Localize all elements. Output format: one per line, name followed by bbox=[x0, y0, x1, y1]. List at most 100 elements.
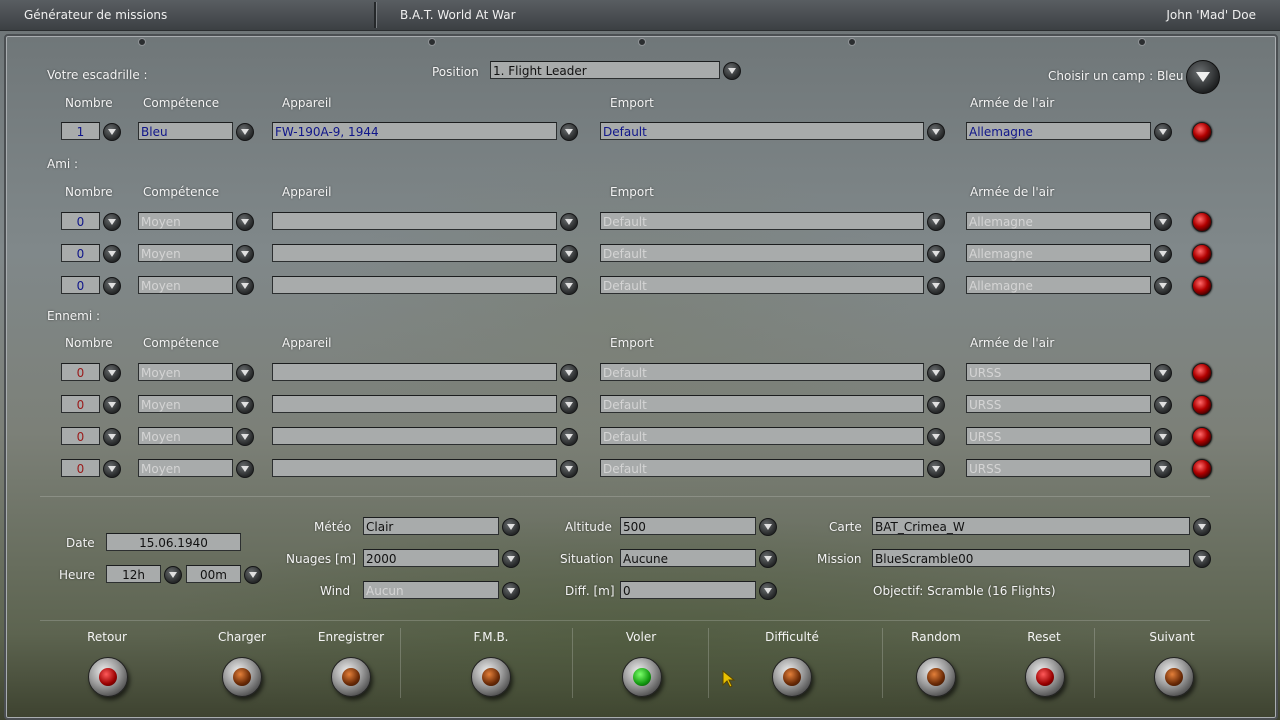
enemy-competence-dropdown-icon[interactable] bbox=[236, 364, 254, 382]
friend-nombre-dropdown-icon[interactable] bbox=[103, 213, 121, 231]
friend-armee-dropdown-icon[interactable] bbox=[1154, 213, 1172, 231]
altitude-field[interactable]: 500 bbox=[620, 517, 756, 535]
enemy-competence-field[interactable]: Moyen bbox=[138, 395, 233, 413]
suivant-button[interactable] bbox=[1154, 657, 1194, 697]
difficulte-button[interactable] bbox=[772, 657, 812, 697]
friend-nombre-dropdown-icon[interactable] bbox=[103, 277, 121, 295]
friend-armee-field[interactable]: Allemagne bbox=[966, 276, 1151, 294]
enemy-appareil-field[interactable] bbox=[272, 427, 557, 445]
carte-dropdown-icon[interactable] bbox=[1193, 518, 1211, 536]
enemy-appareil-dropdown-icon[interactable] bbox=[560, 460, 578, 478]
enemy-emport-dropdown-icon[interactable] bbox=[927, 428, 945, 446]
friend-competence-field[interactable]: Moyen bbox=[138, 244, 233, 262]
enemy-nombre-field[interactable]: 0 bbox=[61, 459, 100, 477]
friend-competence-field[interactable]: Moyen bbox=[138, 212, 233, 230]
situation-field[interactable]: Aucune bbox=[620, 549, 756, 567]
fmb-button[interactable] bbox=[471, 657, 511, 697]
enemy-nombre-dropdown-icon[interactable] bbox=[103, 396, 121, 414]
squad-armee-dropdown-icon[interactable] bbox=[1154, 123, 1172, 141]
friend-nombre-dropdown-icon[interactable] bbox=[103, 245, 121, 263]
voler-button[interactable] bbox=[622, 657, 662, 697]
position-field[interactable]: 1. Flight Leader bbox=[490, 61, 720, 79]
friend-emport-dropdown-icon[interactable] bbox=[927, 245, 945, 263]
situation-dropdown-icon[interactable] bbox=[759, 550, 777, 568]
enemy-competence-dropdown-icon[interactable] bbox=[236, 460, 254, 478]
enemy-emport-field[interactable]: Default bbox=[600, 459, 924, 477]
enemy-nombre-dropdown-icon[interactable] bbox=[103, 460, 121, 478]
squad-emport-dropdown-icon[interactable] bbox=[927, 123, 945, 141]
enregistrer-button[interactable] bbox=[331, 657, 371, 697]
friend-armee-field[interactable]: Allemagne bbox=[966, 212, 1151, 230]
enemy-competence-dropdown-icon[interactable] bbox=[236, 428, 254, 446]
enemy-clear-led-button[interactable] bbox=[1192, 363, 1212, 383]
squad-appareil-dropdown-icon[interactable] bbox=[560, 123, 578, 141]
charger-button[interactable] bbox=[222, 657, 262, 697]
squad-appareil-field[interactable]: FW-190A-9, 1944 bbox=[272, 122, 557, 140]
wind-field[interactable]: Aucun bbox=[363, 581, 499, 599]
diff-dropdown-icon[interactable] bbox=[759, 582, 777, 600]
friend-nombre-field[interactable]: 0 bbox=[61, 212, 100, 230]
altitude-dropdown-icon[interactable] bbox=[759, 518, 777, 536]
heure-minute-dropdown-icon[interactable] bbox=[244, 566, 262, 584]
nuages-field[interactable]: 2000 bbox=[363, 549, 499, 567]
reset-button[interactable] bbox=[1025, 657, 1065, 697]
squad-emport-field[interactable]: Default bbox=[600, 122, 924, 140]
enemy-emport-field[interactable]: Default bbox=[600, 363, 924, 381]
friend-appareil-dropdown-icon[interactable] bbox=[560, 213, 578, 231]
squad-competence-field[interactable]: Bleu bbox=[138, 122, 233, 140]
enemy-armee-dropdown-icon[interactable] bbox=[1154, 364, 1172, 382]
squad-armee-field[interactable]: Allemagne bbox=[966, 122, 1151, 140]
nuages-dropdown-icon[interactable] bbox=[502, 550, 520, 568]
enemy-emport-field[interactable]: Default bbox=[600, 395, 924, 413]
enemy-armee-field[interactable]: URSS bbox=[966, 427, 1151, 445]
enemy-nombre-field[interactable]: 0 bbox=[61, 427, 100, 445]
enemy-armee-dropdown-icon[interactable] bbox=[1154, 396, 1172, 414]
enemy-clear-led-button[interactable] bbox=[1192, 459, 1212, 479]
friend-nombre-field[interactable]: 0 bbox=[61, 276, 100, 294]
friend-emport-field[interactable]: Default bbox=[600, 244, 924, 262]
friend-competence-dropdown-icon[interactable] bbox=[236, 213, 254, 231]
enemy-appareil-dropdown-icon[interactable] bbox=[560, 428, 578, 446]
enemy-competence-dropdown-icon[interactable] bbox=[236, 396, 254, 414]
friend-appareil-dropdown-icon[interactable] bbox=[560, 245, 578, 263]
position-dropdown-icon[interactable] bbox=[723, 62, 741, 80]
date-field[interactable]: 15.06.1940 bbox=[106, 533, 241, 551]
meteo-field[interactable]: Clair bbox=[363, 517, 499, 535]
heure-hour-dropdown-icon[interactable] bbox=[164, 566, 182, 584]
friend-appareil-field[interactable] bbox=[272, 212, 557, 230]
camp-select-button[interactable] bbox=[1186, 60, 1220, 94]
squad-nombre-field[interactable]: 1 bbox=[61, 122, 100, 140]
friend-nombre-field[interactable]: 0 bbox=[61, 244, 100, 262]
enemy-armee-dropdown-icon[interactable] bbox=[1154, 428, 1172, 446]
enemy-competence-field[interactable]: Moyen bbox=[138, 459, 233, 477]
friend-armee-field[interactable]: Allemagne bbox=[966, 244, 1151, 262]
enemy-nombre-field[interactable]: 0 bbox=[61, 363, 100, 381]
enemy-clear-led-button[interactable] bbox=[1192, 427, 1212, 447]
friend-emport-field[interactable]: Default bbox=[600, 276, 924, 294]
enemy-appareil-field[interactable] bbox=[272, 395, 557, 413]
enemy-appareil-dropdown-icon[interactable] bbox=[560, 364, 578, 382]
enemy-armee-field[interactable]: URSS bbox=[966, 395, 1151, 413]
enemy-appareil-field[interactable] bbox=[272, 459, 557, 477]
mission-field[interactable]: BlueScramble00 bbox=[872, 549, 1190, 567]
friend-clear-led-button[interactable] bbox=[1192, 212, 1212, 232]
enemy-clear-led-button[interactable] bbox=[1192, 395, 1212, 415]
friend-appareil-field[interactable] bbox=[272, 244, 557, 262]
enemy-appareil-dropdown-icon[interactable] bbox=[560, 396, 578, 414]
carte-field[interactable]: BAT_Crimea_W bbox=[872, 517, 1190, 535]
enemy-emport-dropdown-icon[interactable] bbox=[927, 460, 945, 478]
friend-competence-field[interactable]: Moyen bbox=[138, 276, 233, 294]
random-button[interactable] bbox=[916, 657, 956, 697]
squad-nombre-dropdown-icon[interactable] bbox=[103, 123, 121, 141]
enemy-competence-field[interactable]: Moyen bbox=[138, 427, 233, 445]
heure-hour-field[interactable]: 12h bbox=[106, 565, 161, 583]
retour-button[interactable] bbox=[88, 657, 128, 697]
friend-competence-dropdown-icon[interactable] bbox=[236, 245, 254, 263]
friend-appareil-dropdown-icon[interactable] bbox=[560, 277, 578, 295]
enemy-nombre-field[interactable]: 0 bbox=[61, 395, 100, 413]
friend-emport-field[interactable]: Default bbox=[600, 212, 924, 230]
friend-armee-dropdown-icon[interactable] bbox=[1154, 245, 1172, 263]
squad-clear-led-button[interactable] bbox=[1192, 122, 1212, 142]
enemy-armee-dropdown-icon[interactable] bbox=[1154, 460, 1172, 478]
friend-clear-led-button[interactable] bbox=[1192, 276, 1212, 296]
